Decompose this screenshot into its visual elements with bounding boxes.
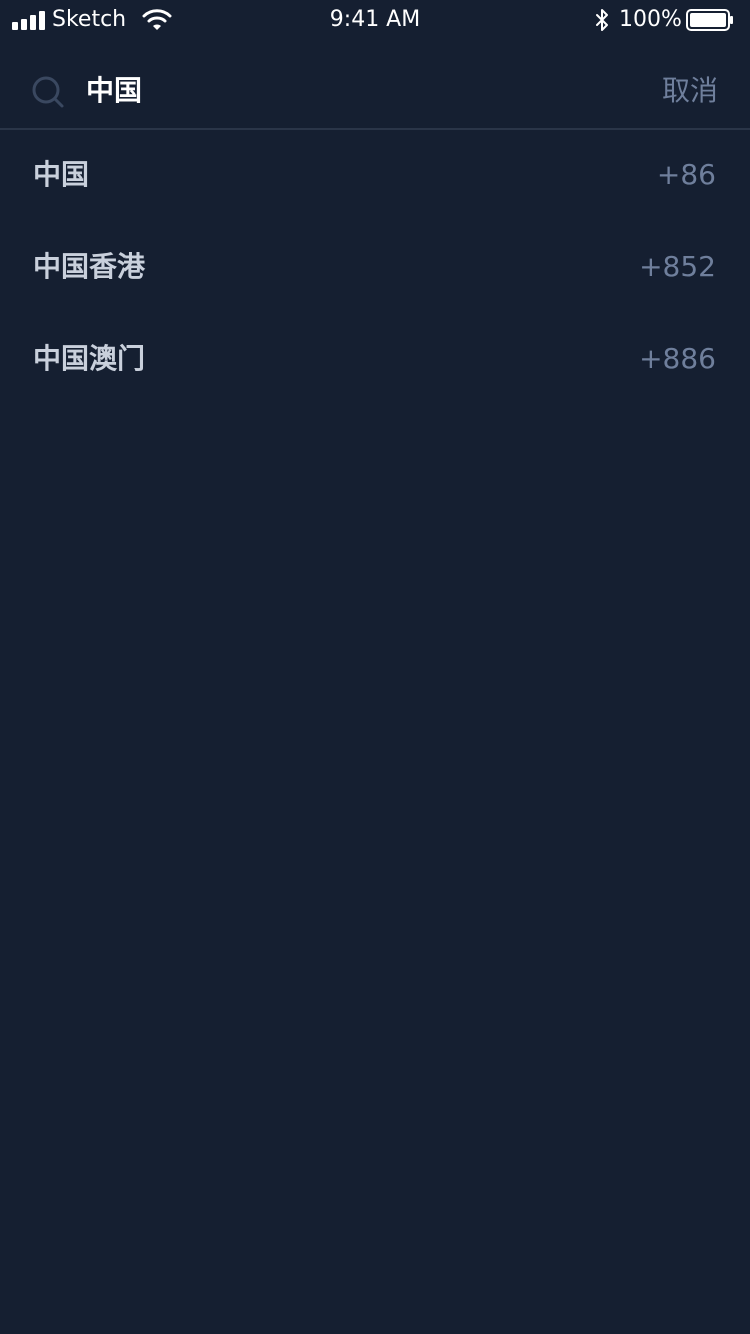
search-input[interactable] <box>86 70 586 112</box>
list-item[interactable]: 中国 +86 <box>0 130 750 222</box>
list-item[interactable]: 中国澳门 +886 <box>0 314 750 406</box>
country-name: 中国香港 <box>33 250 146 283</box>
bluetooth-icon <box>596 9 608 31</box>
battery-icon <box>686 9 733 31</box>
country-code-search-screen: Sketch 9:41 AM 100% 取消 中国 +86 中国香 <box>0 0 750 1334</box>
search-icon <box>32 76 64 108</box>
status-bar: Sketch 9:41 AM 100% <box>0 0 750 40</box>
cancel-button[interactable]: 取消 <box>662 70 718 112</box>
country-dial-code: +86 <box>656 158 716 191</box>
country-dial-code: +886 <box>639 342 716 375</box>
country-name: 中国 <box>33 158 90 191</box>
battery-percentage: 100% <box>619 7 682 32</box>
country-list: 中国 +86 中国香港 +852 中国澳门 +886 <box>0 130 750 406</box>
country-dial-code: +852 <box>639 250 716 283</box>
search-bar: 取消 <box>0 54 750 130</box>
list-item[interactable]: 中国香港 +852 <box>0 222 750 314</box>
country-name: 中国澳门 <box>33 342 146 375</box>
